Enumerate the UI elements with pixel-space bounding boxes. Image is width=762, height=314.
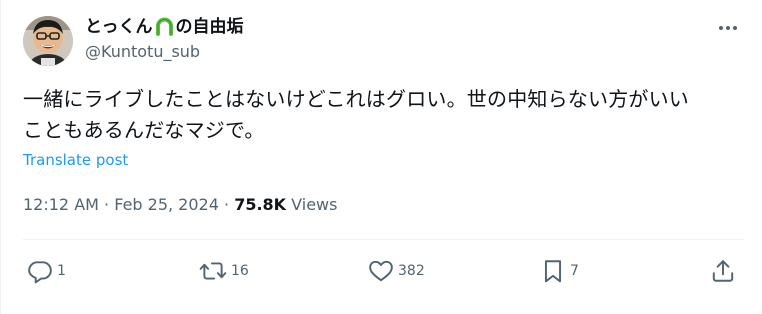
translate-post-link[interactable]: Translate post xyxy=(23,150,128,170)
views-count: 75.8K xyxy=(234,195,287,214)
bookmark-count: 7 xyxy=(570,263,579,279)
tweet-text: 一緒にライブしたことはないけどこれはグロい。世の中知らない方がいい こともあるん… xyxy=(23,84,748,146)
repost-count: 16 xyxy=(231,263,249,279)
like-button[interactable]: 382 xyxy=(368,256,425,286)
display-name-prefix: とっくん xyxy=(85,17,153,37)
display-name-suffix: の自由垢 xyxy=(175,17,244,37)
views-label: Views xyxy=(291,195,338,214)
avatar-image xyxy=(23,16,73,66)
meta-separator-1: · xyxy=(104,195,110,214)
reply-button[interactable]: 1 xyxy=(27,256,66,286)
heart-icon xyxy=(369,260,393,282)
more-dots-icon xyxy=(719,26,737,30)
tweet-text-line-2: こともあるんだなマジで。 xyxy=(23,118,265,142)
bookmark-button[interactable]: 7 xyxy=(540,256,579,286)
tweet-card: とっくん の自由垢 @Kuntotu_sub 一緒にライブしたことはないけどこれ… xyxy=(0,0,762,314)
divider xyxy=(23,239,744,240)
repost-button[interactable]: 16 xyxy=(199,256,249,286)
meta-separator-2: · xyxy=(224,195,230,214)
repost-icon xyxy=(199,262,227,280)
tweet-text-line-1: 一緒にライブしたことはないけどこれはグロい。世の中知らない方がいい xyxy=(23,87,689,111)
reply-icon xyxy=(28,261,52,284)
tweet-date[interactable]: Feb 25, 2024 xyxy=(114,195,219,214)
reply-count: 1 xyxy=(57,263,66,279)
display-name[interactable]: とっくん の自由垢 xyxy=(85,16,244,38)
action-bar: 1 16 382 7 xyxy=(23,256,744,286)
share-button[interactable] xyxy=(710,256,736,286)
like-count: 382 xyxy=(398,263,425,279)
horseshoe-icon xyxy=(154,17,175,38)
share-icon xyxy=(712,260,734,282)
avatar[interactable] xyxy=(23,16,73,66)
bookmark-icon xyxy=(544,260,562,283)
tweet-meta: 12:12 AM · Feb 25, 2024 · 75.8K Views xyxy=(23,194,337,216)
more-options-button[interactable] xyxy=(712,14,744,42)
tweet-time[interactable]: 12:12 AM xyxy=(23,195,99,214)
user-handle[interactable]: @Kuntotu_sub xyxy=(85,42,200,62)
